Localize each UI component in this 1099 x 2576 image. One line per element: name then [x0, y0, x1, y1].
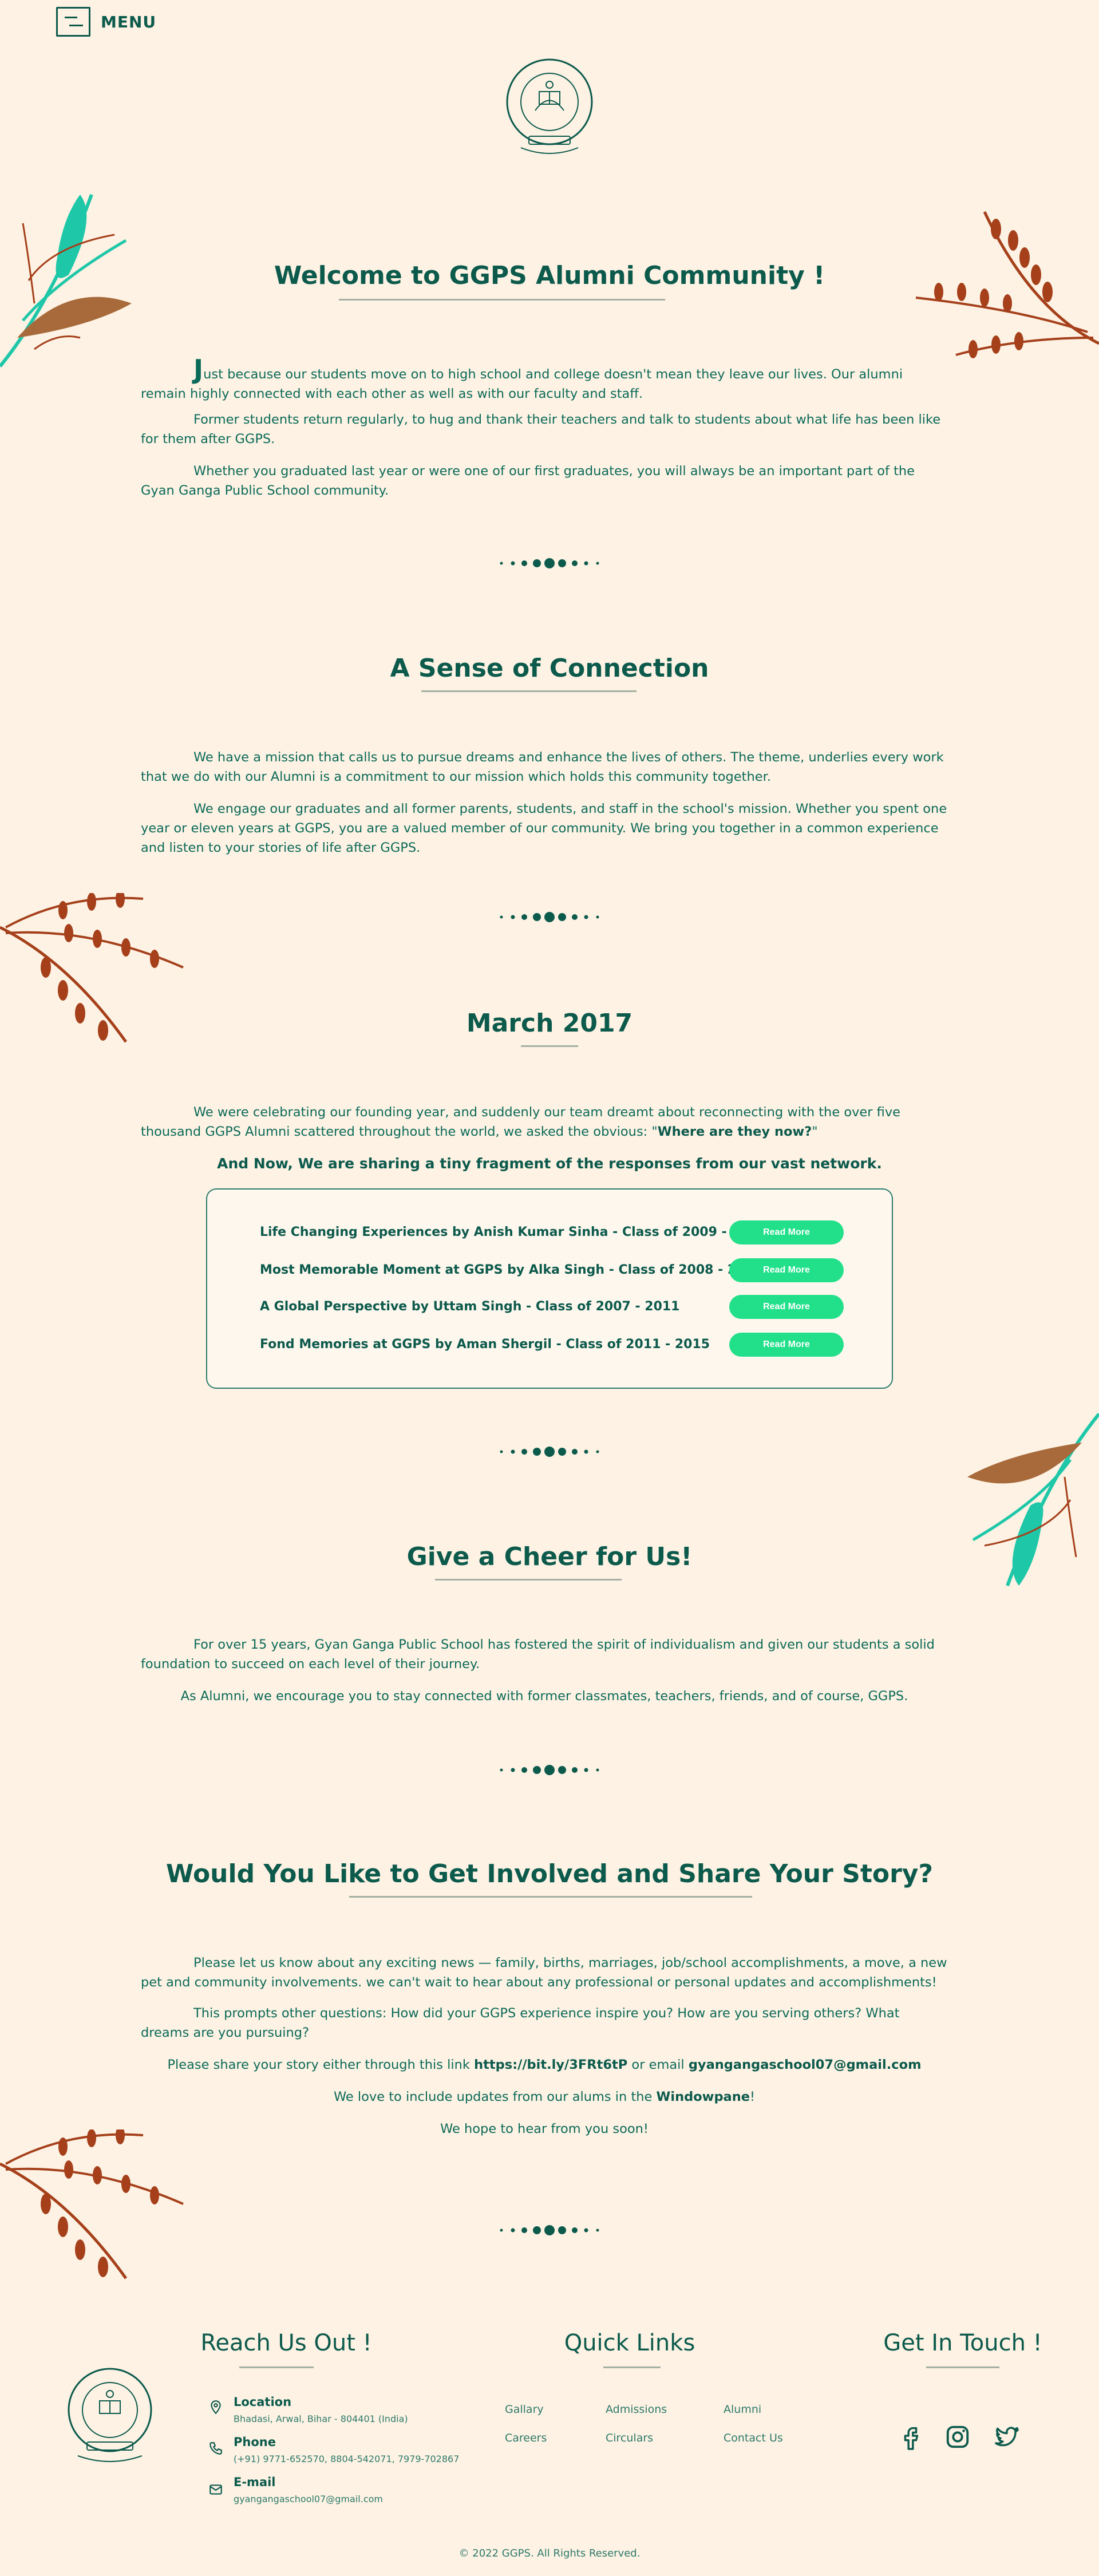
divider-dots-icon — [500, 912, 599, 922]
read-more-button[interactable]: Read More — [729, 1295, 844, 1319]
title-underline — [349, 1896, 752, 1898]
title-underline — [239, 2366, 314, 2368]
title-underline — [521, 1045, 578, 1047]
story-title: Most Memorable Moment at GGPS by Alka Si… — [260, 1263, 763, 1277]
quick-link-gallary[interactable]: Gallary — [505, 2403, 544, 2416]
story-title: A Global Perspective by Uttam Singh - Cl… — [260, 1299, 680, 1314]
intro-paragraph: Former students return regularly, to hug… — [141, 412, 941, 447]
connection-paragraph: We have a mission that calls us to pursu… — [141, 750, 944, 784]
story-row: Fond Memories at GGPS by Aman Shergil - … — [260, 1333, 844, 1358]
menu-label[interactable]: MENU — [101, 13, 156, 31]
march-paragraph: We were celebrating our founding year, a… — [141, 1105, 900, 1139]
location-value: Bhadasi, Arwal, Bihar - 804401 (India) — [234, 2413, 408, 2424]
title-underline — [421, 690, 637, 692]
decorative-branch-icon — [0, 2129, 184, 2279]
location-pin-icon — [211, 2400, 221, 2415]
footer-school-logo[interactable] — [64, 2366, 156, 2470]
title-underline — [339, 299, 665, 301]
mail-icon — [209, 2484, 222, 2495]
story-title: Fond Memories at GGPS by Aman Shergil - … — [260, 1337, 710, 1352]
title-underline — [926, 2366, 999, 2368]
phone-value[interactable]: (+91) 9771-652570, 8804-542071, 7979-702… — [234, 2453, 459, 2464]
stories-card: Life Changing Experiences by Anish Kumar… — [206, 1188, 893, 1389]
read-more-button[interactable]: Read More — [729, 1220, 844, 1244]
title-underline — [603, 2366, 661, 2368]
intro-paragraph: Just because our students move on to hig… — [141, 354, 903, 401]
copyright-text: © 2022 GGPS. All Rights Reserved. — [458, 2547, 641, 2559]
instagram-icon[interactable] — [944, 2424, 971, 2450]
story-email-link[interactable]: gyangangaschool07@gmail.com — [689, 2057, 922, 2072]
phone-icon — [209, 2442, 222, 2455]
quick-links-title: Quick Links — [564, 2330, 695, 2356]
email-label: E-mail — [234, 2475, 276, 2489]
decorative-branch-icon — [0, 893, 184, 1043]
quick-link-circulars[interactable]: Circulars — [606, 2432, 653, 2444]
quick-link-alumni[interactable]: Alumni — [724, 2403, 761, 2416]
cheer-paragraph: For over 15 years, Gyan Ganga Public Sch… — [141, 1637, 935, 1672]
divider-dots-icon — [500, 558, 599, 568]
get-in-touch-title: Get In Touch ! — [883, 2330, 1042, 2356]
section-title: March 2017 — [466, 1009, 633, 1038]
divider-dots-icon — [500, 1765, 599, 1775]
story-title: Life Changing Experiences by Anish Kumar… — [260, 1225, 766, 1239]
involve-paragraph: Please let us know about any exciting ne… — [141, 1955, 947, 1990]
divider-dots-icon — [500, 2225, 599, 2235]
reach-us-title: Reach Us Out ! — [200, 2330, 372, 2356]
read-more-button[interactable]: Read More — [729, 1258, 844, 1282]
stories-subheading: And Now, We are sharing a tiny fragment … — [217, 1155, 882, 1172]
section-title: Welcome to GGPS Alumni Community ! — [274, 261, 825, 290]
section-title: Give a Cheer for Us! — [406, 1542, 693, 1571]
involve-paragraph: This prompts other questions: How did yo… — [141, 2006, 900, 2040]
divider-dots-icon — [500, 1447, 599, 1457]
story-row: Most Memorable Moment at GGPS by Alka Si… — [260, 1258, 844, 1283]
facebook-icon[interactable] — [898, 2424, 924, 2450]
school-logo[interactable] — [504, 56, 595, 165]
section-title: Would You Like to Get Involved and Share… — [165, 1859, 934, 1888]
section-title: A Sense of Connection — [390, 654, 709, 683]
location-label: Location — [234, 2395, 292, 2409]
menu-icon[interactable] — [56, 7, 90, 37]
quick-link-contact-us[interactable]: Contact Us — [724, 2432, 783, 2444]
connection-paragraph: We engage our graduates and all former p… — [141, 801, 947, 855]
intro-paragraph: Whether you graduated last year or were … — [141, 464, 915, 498]
read-more-button[interactable]: Read More — [729, 1333, 844, 1357]
involve-paragraph: We hope to hear from you soon! — [440, 2121, 649, 2136]
story-link[interactable]: https://bit.ly/3FRt6tP — [474, 2057, 627, 2072]
story-row: A Global Perspective by Uttam Singh - Cl… — [260, 1295, 844, 1320]
title-underline — [435, 1579, 622, 1581]
email-value[interactable]: gyangangaschool07@gmail.com — [234, 2494, 383, 2504]
quick-link-admissions[interactable]: Admissions — [606, 2403, 667, 2416]
cheer-paragraph: As Alumni, we encourage you to stay conn… — [180, 1689, 908, 1704]
involve-paragraph: We love to include updates from our alum… — [333, 2089, 756, 2104]
story-row: Life Changing Experiences by Anish Kumar… — [260, 1220, 844, 1246]
phone-label: Phone — [234, 2435, 276, 2449]
twitter-icon[interactable] — [994, 2424, 1020, 2450]
quick-link-careers[interactable]: Careers — [505, 2432, 547, 2444]
involve-paragraph: Please share your story either through t… — [167, 2057, 922, 2072]
